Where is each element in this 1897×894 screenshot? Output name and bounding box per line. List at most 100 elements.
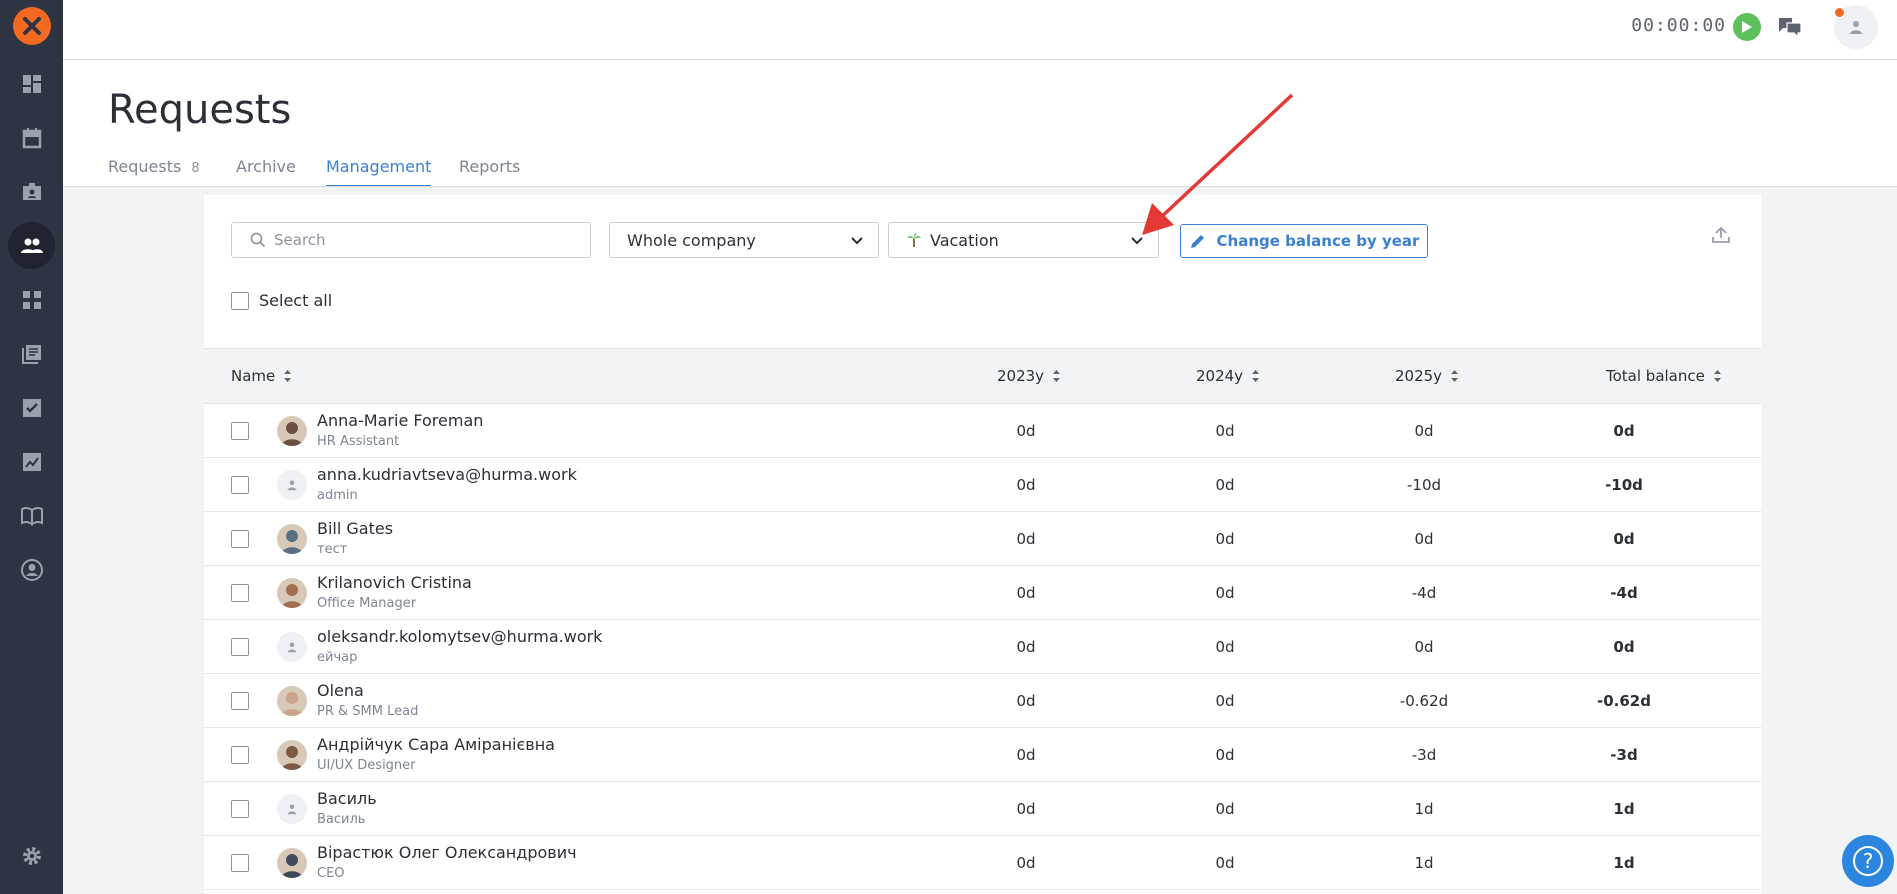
sidebar-item-dashboard[interactable] — [8, 60, 55, 107]
sidebar-item-analytics[interactable] — [8, 438, 55, 485]
table-row[interactable]: anna.kudriavtseva@hurma.work admin 0d 0d -10… — [204, 458, 1761, 512]
table-row[interactable]: oleksandr.kolomytsev@hurma.work ейчар 0d 0d… — [204, 620, 1761, 674]
table-row[interactable]: Василь Василь 0d 0d 1d 1d — [204, 782, 1761, 836]
app-logo[interactable] — [13, 7, 51, 45]
row-checkbox[interactable] — [231, 746, 249, 764]
palm-tree-icon — [907, 233, 921, 247]
chat-bubbles-icon — [1779, 18, 1802, 39]
table-row[interactable]: Krilanovich Cristina Office Manager 0d 0d -4… — [204, 566, 1761, 620]
employee-avatar — [277, 794, 307, 824]
balance-2025: 0d — [1414, 422, 1434, 440]
balance-2025: -4d — [1411, 584, 1437, 602]
balance-2025: -3d — [1411, 746, 1437, 764]
help-button[interactable]: ? — [1842, 835, 1894, 887]
column-header-name[interactable]: Name — [231, 367, 292, 385]
calendar-icon — [22, 127, 41, 148]
employee-name[interactable]: Krilanovich Cristina — [317, 573, 472, 592]
sidebar-item-knowledge[interactable] — [8, 330, 55, 377]
question-icon: ? — [1853, 846, 1883, 876]
row-checkbox[interactable] — [231, 584, 249, 602]
balance-2023: 0d — [1016, 530, 1036, 548]
table-row[interactable]: Bill Gates тест 0d 0d 0d 0d — [204, 512, 1761, 566]
employee-avatar — [277, 578, 307, 608]
tab-reports[interactable]: Reports — [459, 157, 520, 187]
table-row[interactable]: Anna-Marie Foreman HR Assistant 0d 0d 0d 0d — [204, 404, 1761, 458]
sort-icon — [284, 370, 292, 382]
start-timer-button[interactable] — [1733, 13, 1761, 41]
search-box[interactable] — [231, 222, 591, 258]
total-balance: -0.62d — [1597, 692, 1651, 710]
employee-name[interactable]: anna.kudriavtseva@hurma.work — [317, 465, 577, 484]
user-placeholder-icon — [1850, 21, 1862, 34]
column-header-total[interactable]: Total balance — [1606, 367, 1722, 385]
notification-dot — [1834, 7, 1845, 18]
row-checkbox[interactable] — [231, 800, 249, 818]
dashboard-icon — [22, 74, 41, 93]
employee-avatar — [277, 416, 307, 446]
table-row[interactable]: Андрійчук Сара Аміранієвна UI/UX Designer… — [204, 728, 1761, 782]
gear-icon — [22, 846, 41, 865]
employee-role: Office Manager — [317, 596, 417, 611]
row-checkbox[interactable] — [231, 476, 249, 494]
employee-avatar — [277, 632, 307, 662]
book-icon — [20, 506, 43, 526]
chat-button[interactable] — [1775, 13, 1805, 41]
select-all[interactable]: Select all — [231, 291, 332, 310]
export-button[interactable] — [1711, 226, 1731, 248]
table-row[interactable]: Olena PR & SMM Lead 0d 0d -0.62d -0.62d — [204, 674, 1761, 728]
employee-role: admin — [317, 488, 358, 503]
employee-avatar — [277, 686, 307, 716]
leave-type-select[interactable]: Vacation — [888, 222, 1159, 258]
row-checkbox[interactable] — [231, 530, 249, 548]
employee-avatar — [277, 524, 307, 554]
page-title: Requests — [108, 87, 292, 133]
employee-avatar — [277, 740, 307, 770]
column-header-2023[interactable]: 2023y — [997, 367, 1061, 385]
employee-name[interactable]: Olena — [317, 681, 364, 700]
tab-archive[interactable]: Archive — [236, 157, 296, 187]
table-body: Anna-Marie Foreman HR Assistant 0d 0d 0d 0d an… — [204, 404, 1761, 890]
row-checkbox[interactable] — [231, 422, 249, 440]
sidebar-item-processes[interactable] — [8, 276, 55, 323]
balance-2025: 0d — [1414, 530, 1434, 548]
row-checkbox[interactable] — [231, 638, 249, 656]
select-all-label: Select all — [259, 291, 333, 310]
employee-name[interactable]: Василь — [317, 789, 377, 808]
column-header-2025[interactable]: 2025y — [1395, 367, 1459, 385]
row-checkbox[interactable] — [231, 692, 249, 710]
row-checkbox[interactable] — [231, 854, 249, 872]
select-all-checkbox[interactable] — [231, 291, 249, 310]
employee-name[interactable]: oleksandr.kolomytsev@hurma.work — [317, 627, 602, 646]
employee-name[interactable]: Андрійчук Сара Аміранієвна — [317, 735, 555, 754]
sidebar-item-tasks[interactable] — [8, 384, 55, 431]
employee-name[interactable]: Вірастюк Олег Олександрович — [317, 843, 577, 862]
column-header-2024[interactable]: 2024y — [1196, 367, 1260, 385]
svg-text:?: ? — [1863, 849, 1874, 873]
total-balance: 0d — [1613, 638, 1635, 656]
search-input[interactable] — [274, 231, 574, 249]
sidebar-item-recruiting[interactable] — [8, 168, 55, 215]
sidebar-item-people[interactable] — [8, 222, 55, 269]
tab-management[interactable]: Management — [326, 157, 432, 187]
employee-name[interactable]: Bill Gates — [317, 519, 393, 538]
column-header-name-label: Name — [231, 367, 276, 385]
total-balance: -10d — [1605, 476, 1643, 494]
employee-role: HR Assistant — [317, 434, 400, 449]
total-balance: -3d — [1610, 746, 1638, 764]
employee-name[interactable]: Anna-Marie Foreman — [317, 411, 483, 430]
department-select[interactable]: Whole company — [609, 222, 879, 258]
tab-archive-label: Archive — [236, 157, 296, 176]
tab-requests[interactable]: Requests 8 — [108, 157, 200, 187]
column-header-2025-label: 2025y — [1395, 367, 1443, 385]
table-row[interactable]: Вірастюк Олег Олександрович CEO 0d 0d 1d 1d — [204, 836, 1761, 890]
total-balance: -4d — [1610, 584, 1638, 602]
sidebar-item-settings[interactable] — [8, 832, 55, 879]
department-select-value: Whole company — [627, 230, 756, 250]
sidebar-item-profile[interactable] — [8, 546, 55, 593]
employee-role: UI/UX Designer — [317, 758, 416, 773]
user-photo-icon — [277, 416, 307, 446]
sidebar-item-library[interactable] — [8, 492, 55, 539]
balance-2024: 0d — [1215, 800, 1235, 818]
sort-icon — [1451, 370, 1459, 382]
sidebar-item-calendar[interactable] — [8, 114, 55, 161]
